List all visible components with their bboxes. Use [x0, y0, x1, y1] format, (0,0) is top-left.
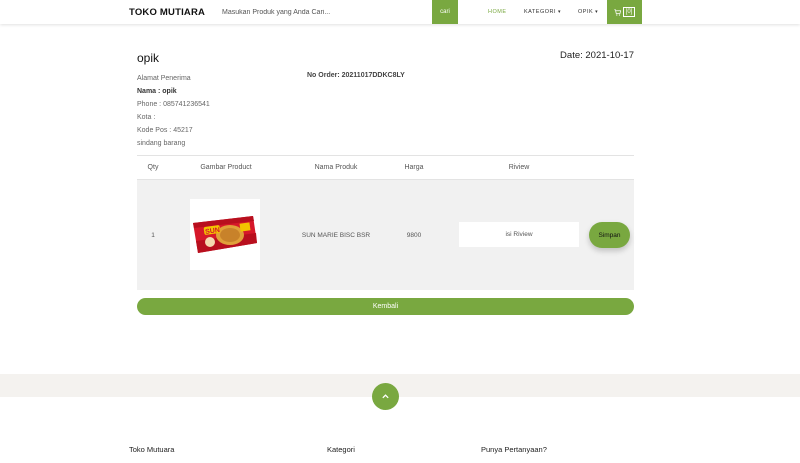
recipient-street: sindang barang: [137, 140, 186, 147]
header-image: Gambar Product: [200, 164, 252, 171]
header-price: Harga: [404, 164, 424, 171]
header-qty: Qty: [147, 164, 159, 171]
order-date: Date: 2021-10-17: [560, 50, 634, 61]
search-button[interactable]: cari: [432, 0, 458, 24]
nav-kategori-label: KATEGORI: [524, 9, 557, 15]
product-image: SUN: [190, 199, 260, 270]
recipient-name: Nama : opik: [137, 88, 177, 95]
nav-kategori-dropdown[interactable]: KATEGORI ▾: [524, 9, 561, 15]
nav-home-link[interactable]: HOME: [488, 9, 507, 15]
row-qty: 1: [151, 232, 155, 239]
search-input[interactable]: [215, 3, 431, 21]
footer-category-title: Kategori: [327, 445, 355, 454]
back-button[interactable]: Kembali: [137, 298, 634, 315]
cart-icon: [614, 8, 621, 16]
table-row: 1 SUN SUN MARIE BISC BSR 9800 Simpan: [137, 180, 634, 290]
review-input[interactable]: [459, 222, 579, 247]
row-price: 9800: [406, 232, 422, 239]
cart-button[interactable]: [0]: [607, 0, 642, 24]
table-header: Qty Gambar Product Nama Produk Harga Riv…: [137, 155, 634, 180]
recipient-address: Alamat Penerima Nama : opik Phone : 0857…: [137, 72, 210, 150]
top-navbar: TOKO MUTIARA cari HOME KATEGORI▾ OPIK▾ […: [0, 0, 800, 24]
address-title: Alamat Penerima: [137, 75, 191, 82]
nav-user-dropdown[interactable]: OPIK ▾: [578, 9, 598, 15]
save-review-button[interactable]: Simpan: [589, 222, 630, 248]
header-product-name: Nama Produk: [314, 164, 358, 171]
chevron-up-icon: [382, 394, 389, 399]
footer-store-title: Toko Mutuara: [129, 445, 175, 454]
brand-logo[interactable]: TOKO MUTIARA: [129, 7, 205, 18]
cart-count: [0]: [622, 7, 636, 17]
caret-down-icon: ▾: [595, 9, 599, 15]
recipient-phone: Phone : 085741236541: [137, 101, 210, 108]
footer-questions-title: Punya Pertanyaan?: [481, 445, 547, 454]
biscuit-package-image: SUN: [193, 216, 257, 253]
customer-name: opik: [137, 51, 160, 65]
header-review: Riview: [508, 164, 530, 171]
scroll-to-top-button[interactable]: [372, 383, 399, 410]
nav-user-label: OPIK: [578, 9, 594, 15]
row-product-name: SUN MARIE BISC BSR: [301, 232, 371, 239]
caret-down-icon: ▾: [558, 9, 562, 15]
footer-divider-band: [0, 374, 800, 397]
recipient-city: Kota :: [137, 114, 156, 121]
recipient-postal-code: Kode Pos : 45217: [137, 127, 193, 134]
order-number: No Order: 20211017DDKC8LY: [307, 72, 405, 79]
